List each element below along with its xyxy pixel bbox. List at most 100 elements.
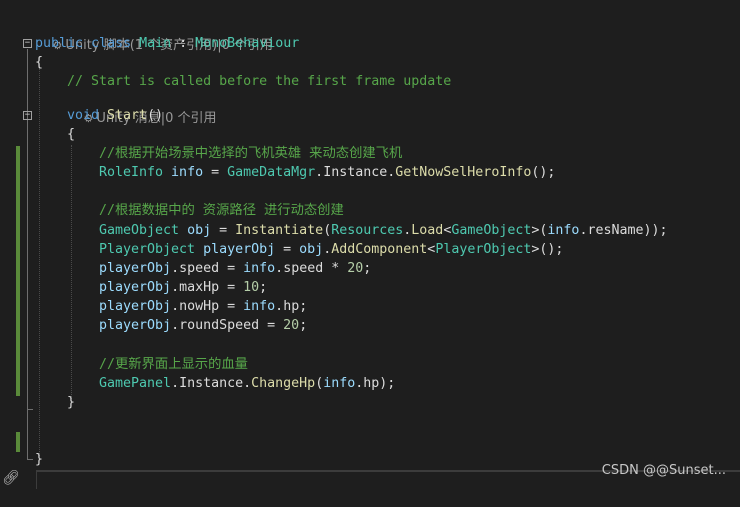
method-name: GetNowSelHeroInfo <box>395 165 532 180</box>
variable: info <box>323 376 356 391</box>
code-editor[interactable]: − − ⚙ Unity 脚本(1 个资产引用)|0 个引用 public clas… <box>0 0 740 489</box>
punctuation: ; <box>299 299 308 314</box>
change-indicator <box>16 432 20 452</box>
indent-guide <box>71 145 72 401</box>
comment: // Start is called before the first fram… <box>67 74 452 89</box>
punctuation: ( <box>323 223 332 238</box>
method-name: Load <box>411 223 444 238</box>
variable: obj <box>299 242 324 257</box>
property: resName <box>587 223 644 238</box>
operator: = <box>219 280 244 295</box>
brace: { <box>35 55 44 70</box>
punctuation: . <box>171 261 180 276</box>
operator: = <box>259 318 284 333</box>
class-name: Main <box>139 36 172 51</box>
comment: //根据开始场景中选择的飞机英雄 来动态创建飞机 <box>99 146 403 161</box>
keyword: public <box>35 36 84 51</box>
punctuation: >(); <box>531 242 564 257</box>
method-name: Instantiate <box>235 223 324 238</box>
property: Instance <box>179 376 244 391</box>
code-line[interactable]: public class Main : MonoBehaviour <box>0 34 299 53</box>
code-line[interactable]: //更新界面上显示的血量 <box>0 355 248 374</box>
variable: playerObj <box>99 299 172 314</box>
property: roundSpeed <box>179 318 260 333</box>
property: speed <box>283 261 324 276</box>
punctuation: . <box>315 165 324 180</box>
type-name: GamePanel <box>99 376 172 391</box>
code-line[interactable]: GamePanel.Instance.ChangeHp(info.hp); <box>0 374 395 393</box>
punctuation: . <box>275 299 284 314</box>
punctuation: ); <box>379 376 396 391</box>
number-literal: 10 <box>243 280 260 295</box>
variable: info <box>243 261 276 276</box>
method-name: ChangeHp <box>251 376 316 391</box>
code-line[interactable]: playerObj.speed = info.speed * 20; <box>0 259 371 278</box>
indent-guide <box>39 68 40 456</box>
type-name: PlayerObject <box>99 242 196 257</box>
operator: = <box>219 299 244 314</box>
code-line[interactable]: } <box>0 450 43 469</box>
variable: info <box>163 165 204 180</box>
type-name: RoleInfo <box>99 165 164 180</box>
code-line[interactable]: } <box>0 393 75 412</box>
punctuation: >( <box>531 223 548 238</box>
variable: playerObj <box>99 318 172 333</box>
punctuation: . <box>171 318 180 333</box>
punctuation: ; <box>259 280 268 295</box>
base-class: MonoBehaviour <box>195 36 300 51</box>
code-line[interactable]: playerObj.nowHp = info.hp; <box>0 297 307 316</box>
operator: = <box>211 223 236 238</box>
code-line[interactable]: { <box>0 53 43 72</box>
type-name: GameObject <box>451 223 532 238</box>
number-literal: 20 <box>283 318 300 333</box>
punctuation: )); <box>643 223 668 238</box>
brace: } <box>67 395 76 410</box>
code-line[interactable]: PlayerObject playerObj = obj.AddComponen… <box>0 240 563 259</box>
property: nowHp <box>179 299 220 314</box>
keyword: class <box>83 36 140 51</box>
punctuation: . <box>171 299 180 314</box>
type-name: GameObject <box>99 223 180 238</box>
operator: * <box>323 261 348 276</box>
divider <box>36 470 37 489</box>
operator: = <box>275 242 300 257</box>
property: Instance <box>323 165 388 180</box>
punctuation: ; <box>363 261 372 276</box>
punctuation: . <box>243 376 252 391</box>
punctuation: (); <box>531 165 556 180</box>
punctuation: ( <box>315 376 324 391</box>
comment: //更新界面上显示的血量 <box>99 357 248 372</box>
code-line[interactable]: void Start() <box>0 106 163 125</box>
property: hp <box>283 299 300 314</box>
variable: obj <box>179 223 212 238</box>
variable: playerObj <box>99 261 172 276</box>
property: hp <box>363 376 380 391</box>
method-name: Start <box>99 108 148 123</box>
code-line[interactable]: GameObject obj = Instantiate(Resources.L… <box>0 221 668 240</box>
property: speed <box>179 261 220 276</box>
code-line[interactable]: //根据开始场景中选择的飞机英雄 来动态创建飞机 <box>0 144 402 163</box>
variable: info <box>547 223 580 238</box>
variable: info <box>243 299 276 314</box>
punctuation: : <box>171 36 196 51</box>
code-line[interactable]: playerObj.maxHp = 10; <box>0 278 267 297</box>
punctuation: . <box>171 280 180 295</box>
property: maxHp <box>179 280 220 295</box>
type-name: PlayerObject <box>435 242 532 257</box>
watermark: CSDN @@Sunset... <box>601 463 726 478</box>
code-line[interactable]: RoleInfo info = GameDataMgr.Instance.Get… <box>0 163 555 182</box>
link-icon[interactable]: 🔗︎ <box>2 470 20 486</box>
variable: playerObj <box>195 242 276 257</box>
code-line[interactable]: playerObj.roundSpeed = 20; <box>0 316 307 335</box>
punctuation: . <box>171 376 180 391</box>
punctuation: . <box>275 261 284 276</box>
code-line[interactable]: { <box>0 125 75 144</box>
variable: playerObj <box>99 280 172 295</box>
punctuation: ; <box>299 318 308 333</box>
operator: = <box>203 165 228 180</box>
code-line[interactable]: // Start is called before the first fram… <box>0 72 451 91</box>
method-name: AddComponent <box>331 242 428 257</box>
number-literal: 20 <box>347 261 364 276</box>
type-name: GameDataMgr <box>227 165 316 180</box>
code-line[interactable]: //根据数据中的 资源路径 进行动态创建 <box>0 201 344 220</box>
